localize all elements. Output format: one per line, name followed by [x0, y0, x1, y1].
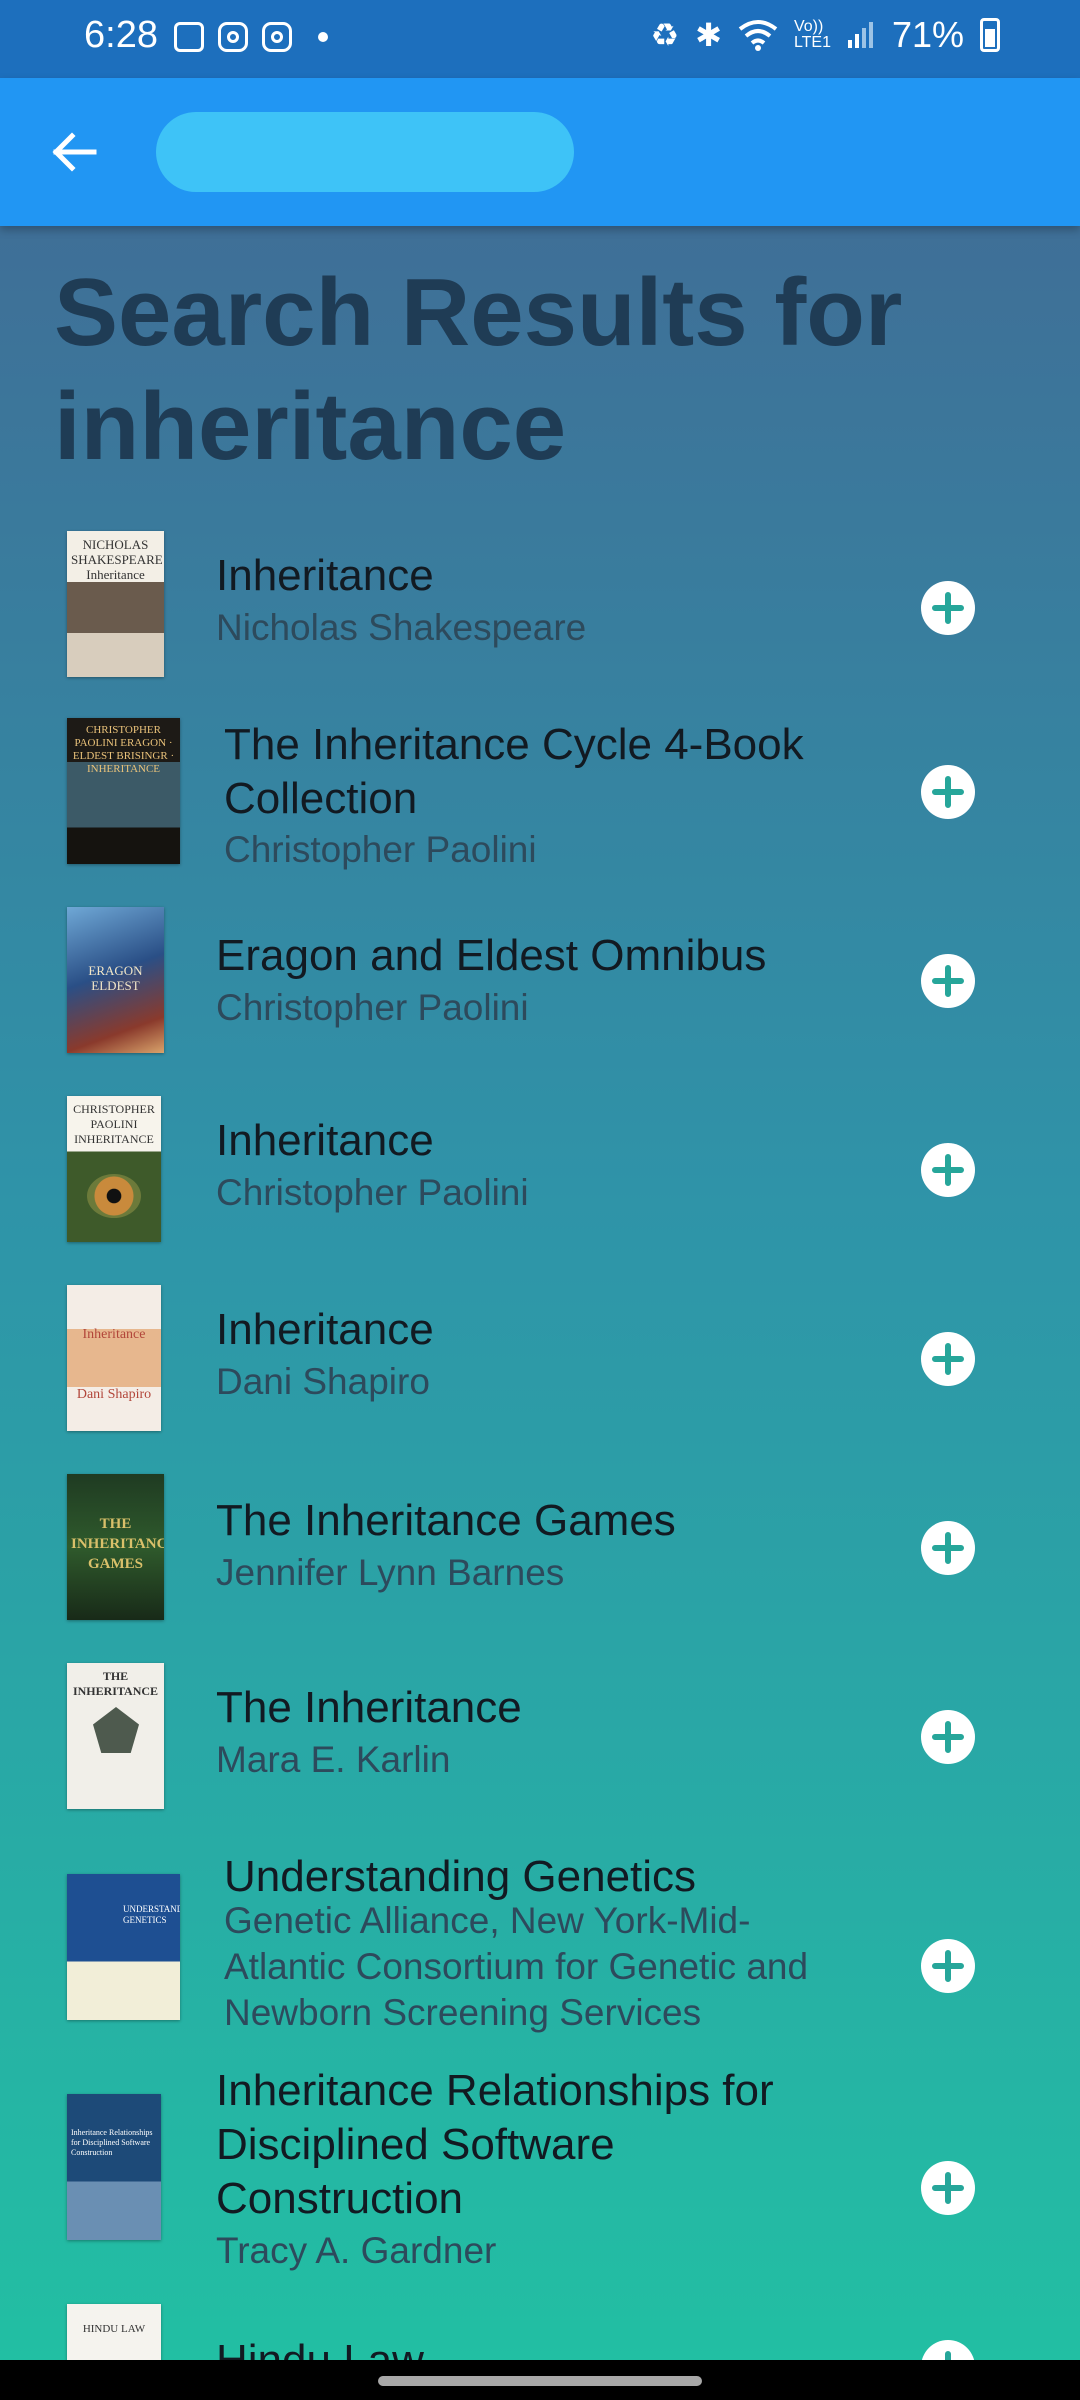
book-title: The Inheritance Cycle 4-Book Collection — [224, 720, 804, 823]
pentagon-illustration — [93, 1707, 139, 1753]
book-title: The Inheritance Games — [216, 1496, 676, 1545]
battery-percent: 71% — [891, 14, 964, 55]
book-cover-image: Inheritance Relationships for Discipline… — [67, 2094, 161, 2240]
arrow-left-icon — [52, 132, 97, 172]
book-title: Inheritance — [216, 1305, 434, 1354]
status-time: 6:28 — [84, 14, 158, 56]
add-book-button[interactable] — [921, 1939, 975, 1993]
more-notifications-dot-icon — [318, 32, 328, 42]
add-book-button[interactable] — [921, 1521, 975, 1575]
system-icons: ♻ ✱ Vo)) LTE1 71% — [650, 14, 1000, 56]
book-cover-image: CHRISTOPHER PAOLINI ERAGON · ELDEST BRIS… — [67, 718, 180, 864]
book-cover-image: HINDU LAW — [67, 2304, 161, 2360]
add-book-button[interactable] — [921, 765, 975, 819]
gesture-navigation-bar — [0, 2360, 1080, 2400]
result-item[interactable]: NICHOLAS SHAKESPEARE Inheritance Inherit… — [0, 531, 1080, 691]
book-cover-image: UNDERSTANDING GENETICS — [67, 1874, 180, 2020]
gallery-notification-icon — [174, 22, 204, 52]
book-author: Dani Shapiro — [216, 1361, 430, 1402]
recycle-icon: ♻ — [650, 17, 680, 53]
add-book-button[interactable] — [921, 1710, 975, 1764]
plus-circle-icon — [932, 776, 964, 808]
book-cover-image: THE INHERITANCE — [67, 1663, 164, 1809]
book-author: Christopher Paolini — [216, 987, 529, 1028]
book-title: Hindu Law — [216, 2334, 836, 2360]
book-author: Nicholas Shakespeare — [216, 607, 587, 648]
book-cover-image: NICHOLAS SHAKESPEARE Inheritance — [67, 531, 164, 677]
bluetooth-icon: ✱ — [695, 17, 722, 53]
result-item[interactable]: CHRISTOPHER PAOLINI INHERITANCE Inherita… — [0, 1096, 1080, 1256]
instagram-notification-icon-2 — [262, 22, 292, 52]
result-item[interactable]: Inheritance Dani Shapiro Inheritance Dan… — [0, 1285, 1080, 1445]
battery-icon — [980, 18, 1000, 52]
plus-circle-icon — [932, 1343, 964, 1375]
book-cover-image: THE INHERITANCE GAMES — [67, 1474, 164, 1620]
book-title: Inheritance — [216, 551, 434, 600]
book-title: The Inheritance — [216, 1683, 522, 1732]
redacted-title — [156, 112, 574, 192]
back-button[interactable] — [44, 122, 104, 182]
book-title: Eragon and Eldest Omnibus — [216, 931, 767, 980]
instagram-notification-icon — [218, 22, 248, 52]
wifi-icon — [738, 20, 778, 51]
plus-circle-icon — [932, 1721, 964, 1753]
plus-circle-icon — [932, 1532, 964, 1564]
plus-circle-icon — [932, 592, 964, 624]
status-bar: 6:28 ♻ ✱ Vo)) LTE1 71% — [0, 0, 1080, 78]
plus-circle-icon — [932, 1154, 964, 1186]
book-cover-image: ERAGON ELDEST — [67, 907, 164, 1053]
search-results-screen: Search Results for inheritance NICHOLAS … — [0, 226, 1080, 2360]
book-author: Christopher Paolini — [216, 1172, 529, 1213]
eye-illustration — [87, 1174, 141, 1218]
add-book-button[interactable] — [921, 581, 975, 635]
add-book-button[interactable] — [921, 2340, 975, 2360]
network-type-label: Vo)) LTE1 — [793, 18, 831, 51]
add-book-button[interactable] — [921, 2161, 975, 2215]
book-title: Inheritance Relationships for Discipline… — [216, 2066, 774, 2223]
book-title: Understanding Genetics — [224, 1852, 697, 1901]
result-item[interactable]: ERAGON ELDEST Eragon and Eldest Omnibus … — [0, 907, 1080, 1067]
book-author: Tracy A. Gardner — [216, 2230, 497, 2271]
add-book-button[interactable] — [921, 1332, 975, 1386]
result-item[interactable]: Inheritance Relationships for Discipline… — [0, 2064, 1080, 2294]
book-cover-image: Inheritance Dani Shapiro — [67, 1285, 161, 1431]
result-item[interactable]: THE INHERITANCE GAMES The Inheritance Ga… — [0, 1474, 1080, 1634]
home-gesture-handle[interactable] — [378, 2376, 702, 2386]
book-author: Christopher Paolini — [224, 829, 537, 870]
add-book-button[interactable] — [921, 954, 975, 1008]
plus-circle-icon — [932, 2172, 964, 2204]
notification-icons — [174, 22, 328, 52]
plus-circle-icon — [945, 2351, 951, 2360]
book-author: Mara E. Karlin — [216, 1739, 451, 1780]
book-author: Jennifer Lynn Barnes — [216, 1552, 565, 1593]
result-item[interactable]: THE INHERITANCE The Inheritance Mara E. … — [0, 1663, 1080, 1823]
book-title: Inheritance — [216, 1116, 434, 1165]
result-item[interactable]: UNDERSTANDING GENETICS Understanding Gen… — [0, 1850, 1080, 2060]
book-author: Genetic Alliance, New York-Mid-Atlantic … — [224, 1900, 809, 2033]
plus-circle-icon — [932, 965, 964, 997]
book-cover-image: CHRISTOPHER PAOLINI INHERITANCE — [67, 1096, 161, 1242]
result-item[interactable]: HINDU LAW Hindu Law — [0, 2304, 1080, 2360]
plus-circle-icon — [932, 1950, 964, 1982]
app-bar — [0, 78, 1080, 226]
result-item[interactable]: CHRISTOPHER PAOLINI ERAGON · ELDEST BRIS… — [0, 718, 1080, 878]
page-title: Search Results for inheritance — [54, 259, 903, 480]
signal-icon — [847, 22, 873, 48]
add-book-button[interactable] — [921, 1143, 975, 1197]
